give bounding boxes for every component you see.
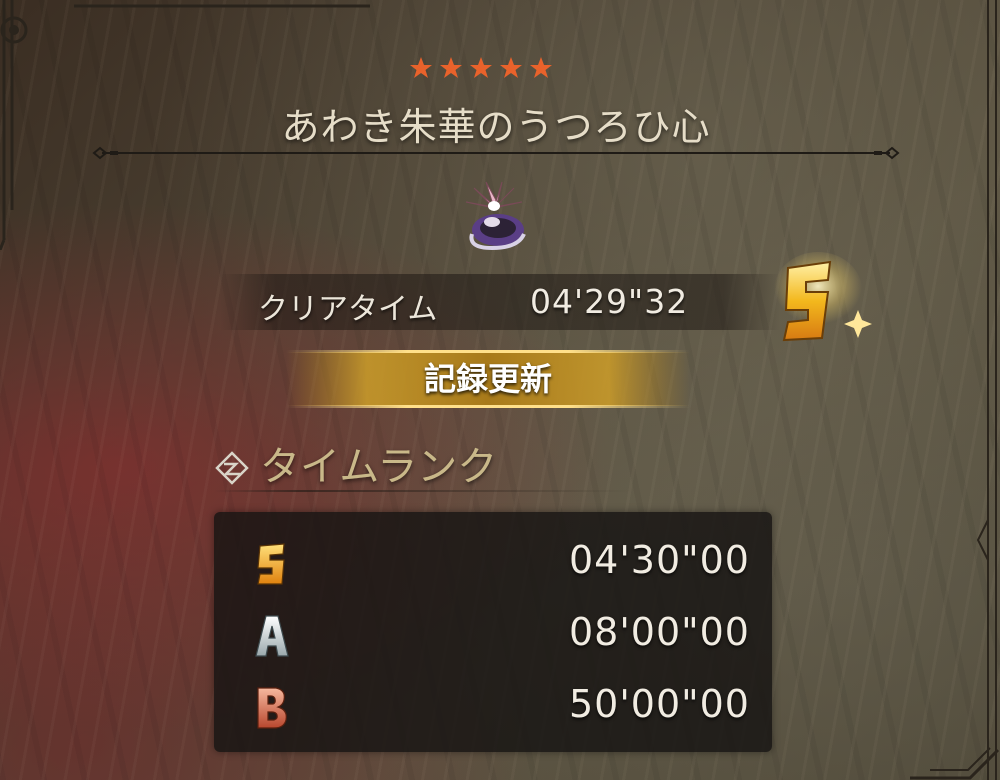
quest-difficulty-stars xyxy=(409,56,579,80)
b-rank-time: 50'00"00 xyxy=(569,682,750,726)
frame-ornament-corner-icon xyxy=(910,747,1000,780)
b-rank-icon xyxy=(257,687,287,729)
time-rank-underline xyxy=(214,490,634,492)
star-icon xyxy=(440,57,462,78)
a-rank-time: 08'00"00 xyxy=(569,610,750,654)
frame-ornament-left-icon xyxy=(0,0,28,250)
time-rank-heading: タイムランク xyxy=(260,444,498,490)
star-icon xyxy=(530,57,552,78)
s-rank-time: 04'30"00 xyxy=(569,538,750,582)
a-rank-icon xyxy=(255,615,289,657)
star-icon xyxy=(500,57,522,78)
rank-row-a: 08'00"00 xyxy=(214,600,772,664)
clear-time-value: 04'29"32 xyxy=(530,282,689,321)
star-icon xyxy=(470,57,492,78)
record-update-label: 記録更新 xyxy=(423,360,552,398)
title-divider xyxy=(92,146,900,160)
monster-icon xyxy=(465,181,526,251)
s-rank-badge-icon xyxy=(774,252,872,342)
rank-row-s: 04'30"00 xyxy=(214,528,772,592)
frame-ornament-right-icon xyxy=(976,0,997,780)
frame-ornament-top-icon xyxy=(74,4,370,8)
rank-row-b: 50'00"00 xyxy=(214,672,772,736)
clear-time-label: クリアタイム xyxy=(258,292,438,327)
s-rank-icon xyxy=(257,543,285,585)
time-rank-icon xyxy=(215,451,249,485)
time-rank-table: 04'30"00 08'00"00 50'00"00 xyxy=(214,512,772,752)
quest-title: あわき朱華のうつろひ心 xyxy=(281,105,711,149)
star-icon xyxy=(410,57,432,78)
